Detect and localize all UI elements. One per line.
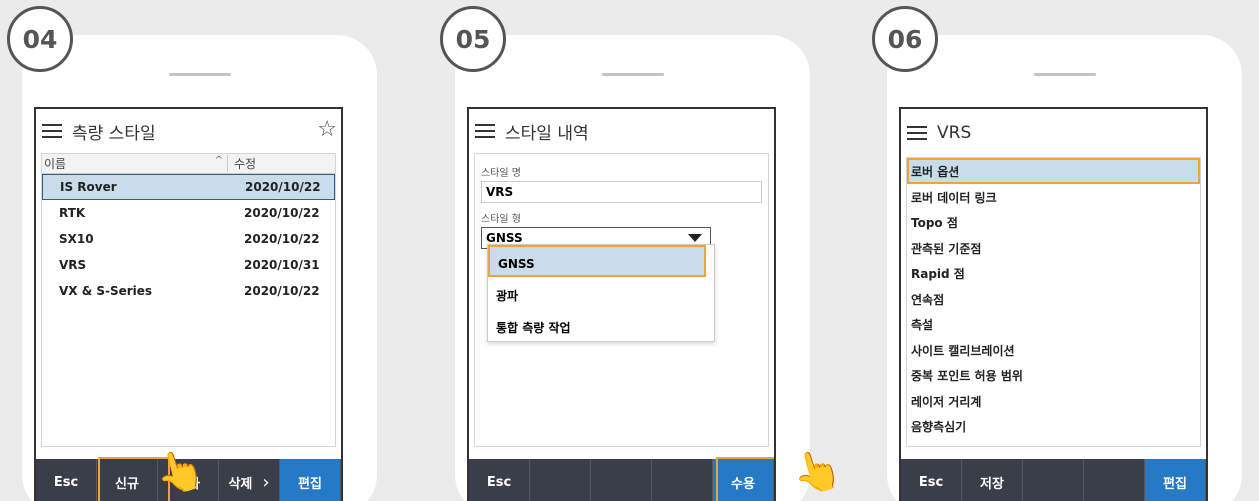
hamburger-icon[interactable] bbox=[42, 124, 62, 138]
empty-button[interactable] bbox=[1084, 459, 1145, 501]
list-item[interactable]: 사이트 캘리브레이션 bbox=[907, 337, 1200, 363]
triangle-down-icon bbox=[688, 234, 702, 242]
list-item[interactable]: 로버 데이터 링크 bbox=[907, 184, 1200, 210]
list-item[interactable]: 로버 옵션 bbox=[907, 158, 1200, 184]
empty-button[interactable] bbox=[652, 459, 713, 501]
list-item[interactable]: 관측된 기준점 bbox=[907, 235, 1200, 261]
edit-button[interactable]: 편집 bbox=[1145, 459, 1206, 501]
esc-button[interactable]: Esc bbox=[36, 459, 97, 501]
list-item[interactable]: Rapid 점 bbox=[907, 260, 1200, 286]
page-title: VRS bbox=[937, 123, 972, 143]
style-name-cell: RTK bbox=[59, 206, 86, 220]
option-total-station[interactable]: 광파 bbox=[488, 277, 714, 309]
style-table: 이름 ^ 수정 IS Rover 2020/10/22 RTK 2020/10/22 SX… bbox=[41, 153, 336, 447]
delete-button[interactable]: 삭제 › bbox=[219, 459, 280, 501]
screen: 측량 스타일 ☆ 이름 ^ 수정 IS Rover 2020/10/22 RTK 202… bbox=[34, 107, 343, 501]
style-name-cell: SX10 bbox=[59, 232, 94, 246]
list-item[interactable]: 레이저 거리계 bbox=[907, 388, 1200, 414]
style-name-cell: VRS bbox=[59, 258, 87, 272]
column-header-modified[interactable]: 수정 bbox=[227, 155, 335, 172]
table-header: 이름 ^ 수정 bbox=[42, 154, 335, 174]
table-row[interactable]: IS Rover 2020/10/22 bbox=[42, 174, 335, 200]
table-row[interactable]: RTK 2020/10/22 bbox=[42, 200, 335, 226]
chevron-right-icon[interactable]: › bbox=[262, 472, 269, 493]
table-row[interactable]: VX & S-Series 2020/10/22 bbox=[42, 278, 335, 304]
phone-panel-06: VRS 로버 옵션 로버 데이터 링크 Topo 점 관측된 기준점 Rapid 점 연속… bbox=[887, 35, 1242, 501]
list-item[interactable]: 측설 bbox=[907, 311, 1200, 337]
style-name-label: 스타일 명 bbox=[481, 168, 521, 179]
hamburger-icon[interactable] bbox=[907, 126, 927, 140]
save-button[interactable]: 저장 bbox=[962, 459, 1023, 501]
modified-date-cell: 2020/10/22 bbox=[244, 284, 320, 298]
empty-button[interactable] bbox=[530, 459, 591, 501]
list-item[interactable]: 음향측심기 bbox=[907, 413, 1200, 439]
style-type-label: 스타일 형 bbox=[481, 214, 521, 225]
table-row[interactable]: VRS 2020/10/31 bbox=[42, 252, 335, 278]
empty-button[interactable] bbox=[591, 459, 652, 501]
sort-ascending-icon: ^ bbox=[214, 155, 223, 166]
hamburger-icon[interactable] bbox=[475, 124, 495, 138]
modified-date-cell: 2020/10/22 bbox=[245, 180, 321, 194]
title-bar: VRS bbox=[901, 109, 1206, 157]
style-name-cell: IS Rover bbox=[60, 180, 117, 194]
table-row[interactable]: SX10 2020/10/22 bbox=[42, 226, 335, 252]
edit-button[interactable]: 편집 bbox=[280, 459, 341, 501]
speaker-slot bbox=[602, 73, 664, 76]
phone-panel-05: 스타일 내역 스타일 명 VRS 스타일 형 GNSS GNSS 광파 통합 측… bbox=[455, 35, 810, 501]
screen: 스타일 내역 스타일 명 VRS 스타일 형 GNSS GNSS 광파 통합 측… bbox=[467, 107, 776, 501]
list-item[interactable]: Topo 점 bbox=[907, 209, 1200, 235]
speaker-slot bbox=[1034, 73, 1096, 76]
phone-panel-04: 측량 스타일 ☆ 이름 ^ 수정 IS Rover 2020/10/22 RTK 202… bbox=[22, 35, 377, 501]
step-badge: 04 bbox=[7, 6, 73, 72]
screen: VRS 로버 옵션 로버 데이터 링크 Topo 점 관측된 기준점 Rapid 점 연속… bbox=[899, 107, 1208, 501]
option-gnss[interactable]: GNSS bbox=[488, 245, 706, 277]
table-body: IS Rover 2020/10/22 RTK 2020/10/22 SX10 2020/… bbox=[42, 174, 335, 304]
modified-date-cell: 2020/10/22 bbox=[244, 206, 320, 220]
tutorial-stage: 04 측량 스타일 ☆ 이름 ^ 수정 IS Rover 2020/10/22 RTK… bbox=[0, 0, 1259, 501]
style-form: 스타일 명 VRS 스타일 형 GNSS GNSS 광파 통합 측량 작업 bbox=[474, 153, 769, 447]
page-title: 스타일 내역 bbox=[505, 123, 589, 144]
style-name-cell: VX & S-Series bbox=[59, 284, 153, 298]
option-integrated-survey[interactable]: 통합 측량 작업 bbox=[488, 309, 714, 341]
list-item[interactable]: 중복 포인트 허용 범위 bbox=[907, 362, 1200, 388]
style-options-list: 로버 옵션 로버 데이터 링크 Topo 점 관측된 기준점 Rapid 점 연속점 측설 사… bbox=[906, 157, 1201, 447]
step-badge: 06 bbox=[872, 6, 938, 72]
empty-button[interactable] bbox=[1023, 459, 1084, 501]
esc-button[interactable]: Esc bbox=[901, 459, 962, 501]
highlight-accept-button bbox=[716, 457, 774, 501]
star-icon[interactable]: ☆ bbox=[317, 117, 337, 142]
page-title: 측량 스타일 bbox=[72, 123, 156, 144]
modified-date-cell: 2020/10/31 bbox=[244, 258, 320, 272]
bottom-toolbar: Esc 저장 편집 bbox=[901, 459, 1206, 501]
step-badge: 05 bbox=[440, 6, 506, 72]
style-type-dropdown: GNSS 광파 통합 측량 작업 bbox=[487, 244, 715, 342]
speaker-slot bbox=[169, 73, 231, 76]
modified-date-cell: 2020/10/22 bbox=[244, 232, 320, 246]
column-header-name[interactable]: 이름 ^ bbox=[42, 155, 227, 172]
list-item[interactable]: 연속점 bbox=[907, 286, 1200, 312]
esc-button[interactable]: Esc bbox=[469, 459, 530, 501]
style-name-input[interactable]: VRS bbox=[481, 181, 762, 203]
title-bar: 측량 스타일 ☆ bbox=[36, 109, 341, 153]
title-bar: 스타일 내역 bbox=[469, 109, 774, 153]
